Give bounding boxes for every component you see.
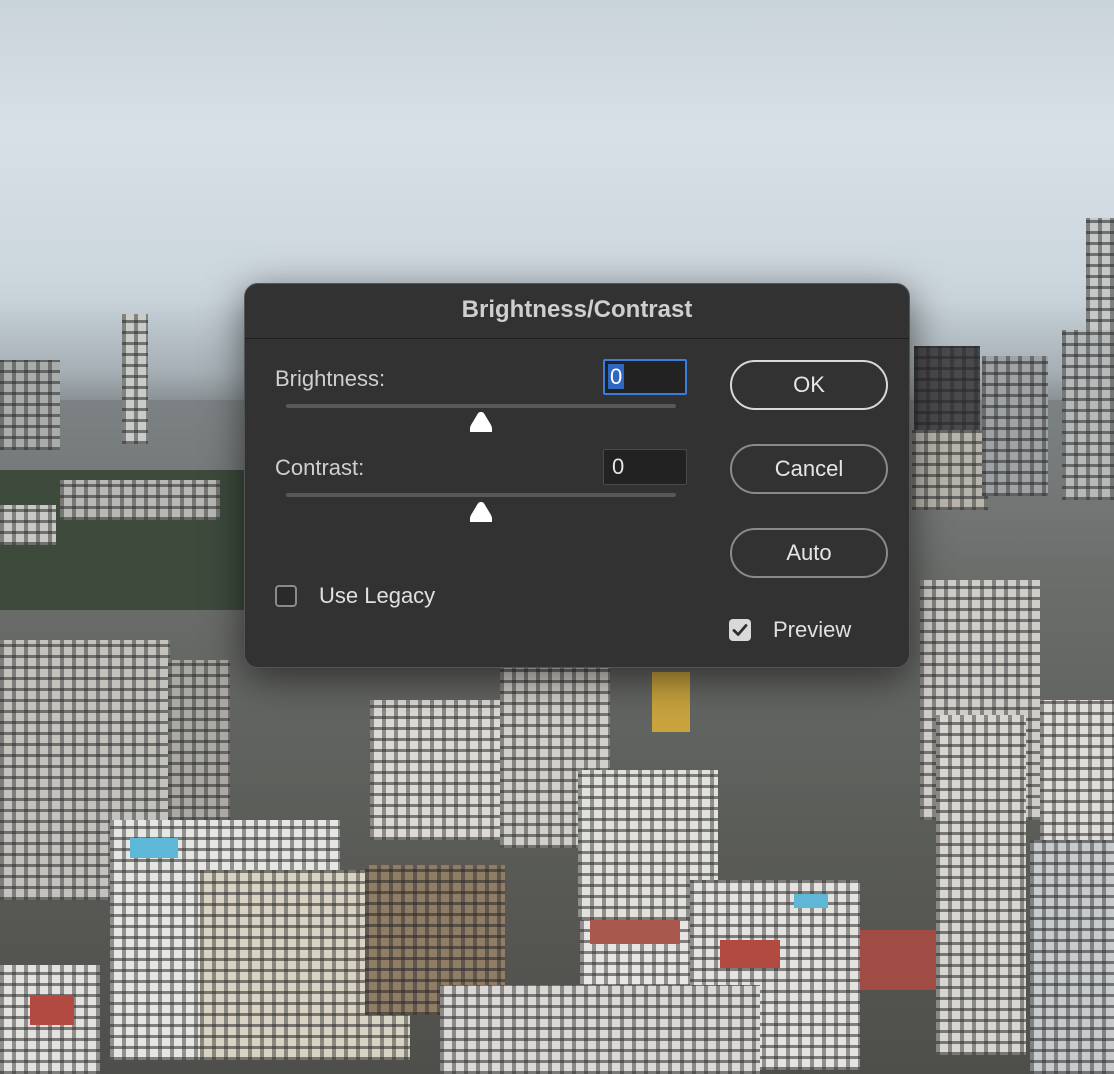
tower-left bbox=[122, 314, 148, 444]
ok-button[interactable]: OK bbox=[730, 360, 888, 410]
building bbox=[440, 985, 760, 1074]
building bbox=[652, 672, 690, 732]
brightness-slider-thumb[interactable] bbox=[469, 411, 493, 433]
roof bbox=[720, 940, 780, 968]
use-legacy-checkbox[interactable] bbox=[275, 585, 297, 607]
dialog-title: Brightness/Contrast bbox=[245, 284, 909, 339]
cancel-button[interactable]: Cancel bbox=[730, 444, 888, 494]
use-legacy-label[interactable]: Use Legacy bbox=[319, 583, 435, 609]
building bbox=[0, 505, 56, 545]
building bbox=[936, 715, 1026, 1055]
roof bbox=[30, 995, 74, 1025]
brightness-value: 0 bbox=[608, 364, 625, 389]
auto-button[interactable]: Auto bbox=[730, 528, 888, 578]
brightness-label: Brightness: bbox=[275, 366, 386, 391]
building bbox=[1062, 330, 1114, 500]
contrast-label: Contrast: bbox=[275, 455, 365, 480]
building bbox=[168, 660, 230, 820]
brightness-slider-track[interactable] bbox=[286, 404, 676, 408]
building bbox=[982, 356, 1048, 496]
building bbox=[914, 346, 980, 436]
building bbox=[912, 430, 988, 510]
contrast-input[interactable]: 0 bbox=[603, 449, 687, 485]
preview-checkbox[interactable] bbox=[729, 619, 751, 641]
pool bbox=[130, 838, 178, 858]
brightness-input[interactable]: 0 bbox=[603, 359, 687, 395]
building bbox=[0, 360, 60, 450]
building bbox=[60, 480, 220, 520]
contrast-slider-thumb[interactable] bbox=[469, 501, 493, 523]
brightness-contrast-dialog: Brightness/Contrast Brightness: 0 Contra… bbox=[244, 283, 910, 668]
contrast-slider-track[interactable] bbox=[286, 493, 676, 497]
roof bbox=[860, 930, 936, 990]
pool bbox=[794, 894, 828, 908]
roof bbox=[590, 920, 680, 944]
building bbox=[1030, 840, 1114, 1074]
building bbox=[370, 700, 500, 840]
checkmark-icon bbox=[732, 624, 748, 636]
preview-label[interactable]: Preview bbox=[773, 617, 851, 643]
